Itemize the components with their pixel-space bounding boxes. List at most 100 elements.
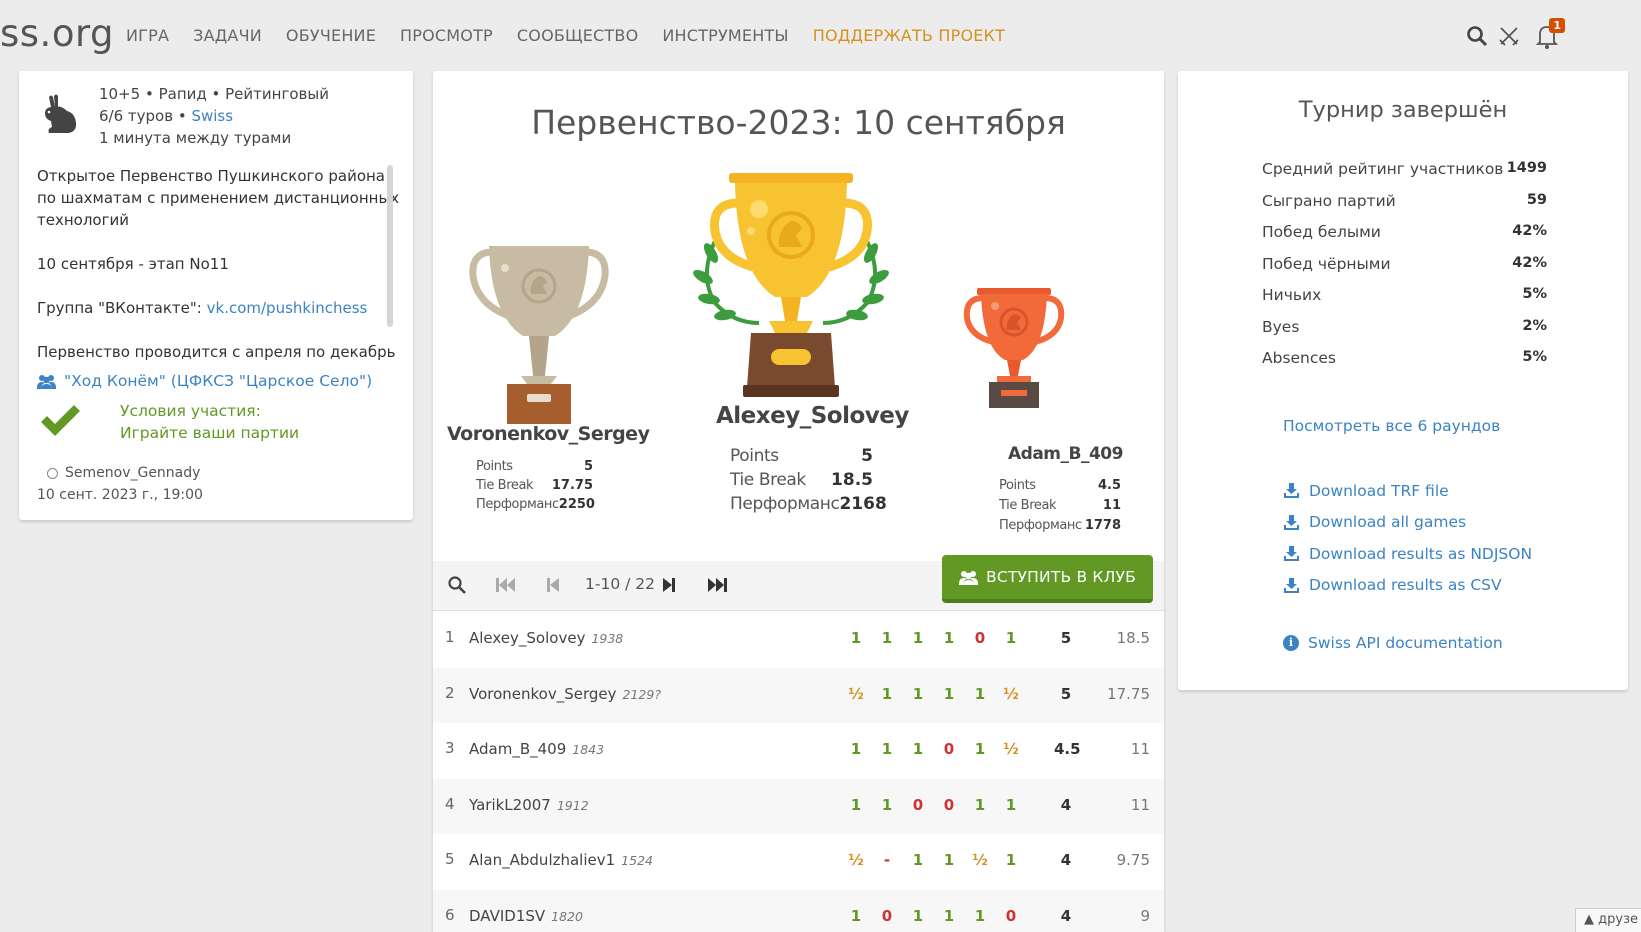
desc-paragraph: Первенство проводится с апреля по декабр… [37, 343, 396, 361]
stat-row: Побед чёрными 42% [1262, 254, 1547, 273]
round-result[interactable]: 0 [939, 796, 959, 814]
bronze-trophy-icon [963, 288, 1065, 408]
swiss-api-docs-link[interactable]: i Swiss API documentation [1283, 634, 1503, 652]
round-result[interactable]: 1 [846, 629, 866, 647]
round-result[interactable]: 1 [1001, 796, 1021, 814]
round-result[interactable]: 1 [877, 629, 897, 647]
view-all-rounds-link[interactable]: Посмотреть все 6 раундов [1283, 417, 1500, 435]
round-result[interactable]: 1 [970, 740, 990, 758]
team-icon [37, 374, 56, 389]
round-result[interactable]: ½ [846, 685, 866, 703]
player-name[interactable]: Adam_B_409 1843 [469, 740, 604, 758]
table-row[interactable]: 4 YarikL2007 1912 1 1 0 0 1 1 4 11 [433, 778, 1164, 834]
round-result[interactable]: 1 [908, 907, 928, 925]
round-result[interactable]: ½ [1001, 740, 1021, 758]
player-name[interactable]: YarikL2007 1912 [469, 796, 589, 814]
table-row[interactable]: 6 DAVID1SV 1820 1 0 1 1 1 0 4 9 [433, 889, 1164, 932]
round-result[interactable]: 1 [908, 685, 928, 703]
vk-link[interactable]: vk.com/pushkinchess [207, 299, 368, 317]
round-result[interactable]: 1 [1001, 851, 1021, 869]
menu-watch[interactable]: ПРОСМОТР [400, 26, 493, 45]
player-rank: 3 [445, 739, 455, 757]
description-scrollbar[interactable] [387, 165, 393, 327]
round-result[interactable]: 0 [939, 740, 959, 758]
friends-tab[interactable]: ▲ друзе [1575, 908, 1641, 932]
download-ndjson-link[interactable]: Download results as NDJSON [1283, 538, 1532, 570]
menu-puzzles[interactable]: ЗАДАЧИ [193, 26, 262, 45]
pagination-info: 1-10 / 22 [585, 575, 655, 593]
player-tiebreak: 17.75 [1107, 684, 1150, 703]
podium-first-stats: Points 5 Tie Break 18.5 Перформанс 2168 [730, 446, 887, 514]
download-all-games-link[interactable]: Download all games [1283, 507, 1532, 539]
join-club-button[interactable]: ВСТУПИТЬ В КЛУБ [942, 555, 1153, 603]
download-trf-link[interactable]: Download TRF file [1283, 475, 1532, 507]
round-result[interactable]: 1 [846, 740, 866, 758]
download-csv-link[interactable]: Download results as CSV [1283, 570, 1532, 602]
podium-first-name[interactable]: Alexey_Solovey [716, 403, 909, 429]
round-result[interactable]: 1 [970, 685, 990, 703]
player-name[interactable]: Alexey_Solovey 1938 [469, 629, 623, 647]
download-links: Download TRF file Download all games Dow… [1283, 475, 1532, 601]
round-result[interactable]: ½ [846, 851, 866, 869]
round-result[interactable]: 1 [970, 796, 990, 814]
round-result[interactable]: 1 [939, 851, 959, 869]
player-rating: 1938 [591, 631, 624, 646]
bell-icon[interactable]: 1 [1535, 18, 1565, 52]
last-page-icon[interactable] [706, 575, 728, 599]
round-result[interactable]: - [877, 851, 897, 869]
table-row[interactable]: 3 Adam_B_409 1843 1 1 1 0 1 ½ 4.5 11 [433, 723, 1164, 779]
round-result[interactable]: 0 [908, 796, 928, 814]
round-result[interactable]: 1 [877, 685, 897, 703]
round-result[interactable]: 1 [908, 851, 928, 869]
podium-second: Voronenkov_Sergey [447, 423, 650, 445]
menu-tools[interactable]: ИНСТРУМЕНТЫ [662, 26, 788, 45]
menu-donate[interactable]: ПОДДЕРЖАТЬ ПРОЕКТ [813, 26, 1005, 45]
next-page-icon[interactable] [661, 575, 677, 599]
round-result[interactable]: 1 [877, 740, 897, 758]
site-logo[interactable]: ss.org [0, 12, 114, 55]
round-result[interactable]: 1 [1001, 629, 1021, 647]
player-name[interactable]: Alan_Abdulzhaliev1 1524 [469, 851, 653, 869]
table-row[interactable]: 1 Alexey_Solovey 1938 1 1 1 1 0 1 5 18.5 [433, 612, 1164, 668]
conditions-text: Условия участия: Играйте ваши партии [120, 402, 300, 442]
round-result[interactable]: ½ [1001, 685, 1021, 703]
prev-page-icon[interactable] [545, 575, 561, 599]
gold-trophy-icon [693, 173, 889, 397]
round-result[interactable]: 1 [846, 796, 866, 814]
main-menu: ИГРА ЗАДАЧИ ОБУЧЕНИЕ ПРОСМОТР СООБЩЕСТВО… [126, 26, 1029, 45]
first-page-icon[interactable] [495, 575, 517, 599]
podium-second-name[interactable]: Voronenkov_Sergey [447, 423, 650, 445]
rapid-rabbit-icon [45, 94, 77, 133]
player-name[interactable]: Voronenkov_Sergey 2129? [469, 685, 661, 703]
player-tiebreak: 11 [1130, 740, 1150, 758]
round-result[interactable]: 1 [908, 629, 928, 647]
round-result[interactable]: 1 [846, 907, 866, 925]
round-result[interactable]: 1 [970, 907, 990, 925]
podium-third-name[interactable]: Adam_B_409 [1008, 444, 1123, 464]
round-result[interactable]: 0 [1001, 907, 1021, 925]
menu-learn[interactable]: ОБУЧЕНИЕ [286, 26, 376, 45]
round-result[interactable]: ½ [970, 851, 990, 869]
player-name[interactable]: DAVID1SV 1820 [469, 907, 583, 925]
round-result[interactable]: 0 [877, 907, 897, 925]
menu-play[interactable]: ИГРА [126, 26, 169, 45]
search-icon[interactable] [447, 575, 467, 599]
round-result[interactable]: 0 [970, 629, 990, 647]
search-icon[interactable] [1465, 22, 1493, 52]
rounds-info: 6/6 туров • Swiss [99, 107, 234, 125]
round-result[interactable]: 1 [939, 685, 959, 703]
table-row[interactable]: 5 Alan_Abdulzhaliev1 1524 ½ -1 1 ½ 1 4 9.75 [433, 834, 1164, 890]
table-row[interactable]: 2 Voronenkov_Sergey 2129? ½ 1 1 1 1 ½ 5 17.75 [433, 667, 1164, 723]
round-result[interactable]: 1 [939, 907, 959, 925]
swiss-link[interactable]: Swiss [191, 107, 233, 125]
round-result[interactable]: 1 [877, 796, 897, 814]
team-link[interactable]: "Ход Конём" (ЦФКСЗ "Царское Село") [37, 372, 372, 390]
chevron-up-icon: ▲ [1584, 912, 1599, 927]
swords-icon[interactable] [1497, 22, 1525, 52]
silver-trophy-icon [469, 246, 609, 424]
menu-community[interactable]: СООБЩЕСТВО [517, 26, 638, 45]
desc-paragraph: Группа "ВКонтакте": vk.com/pushkinchess [37, 299, 368, 317]
round-result[interactable]: 1 [939, 629, 959, 647]
creator[interactable]: Semenov_Gennady [47, 465, 200, 481]
round-result[interactable]: 1 [908, 740, 928, 758]
